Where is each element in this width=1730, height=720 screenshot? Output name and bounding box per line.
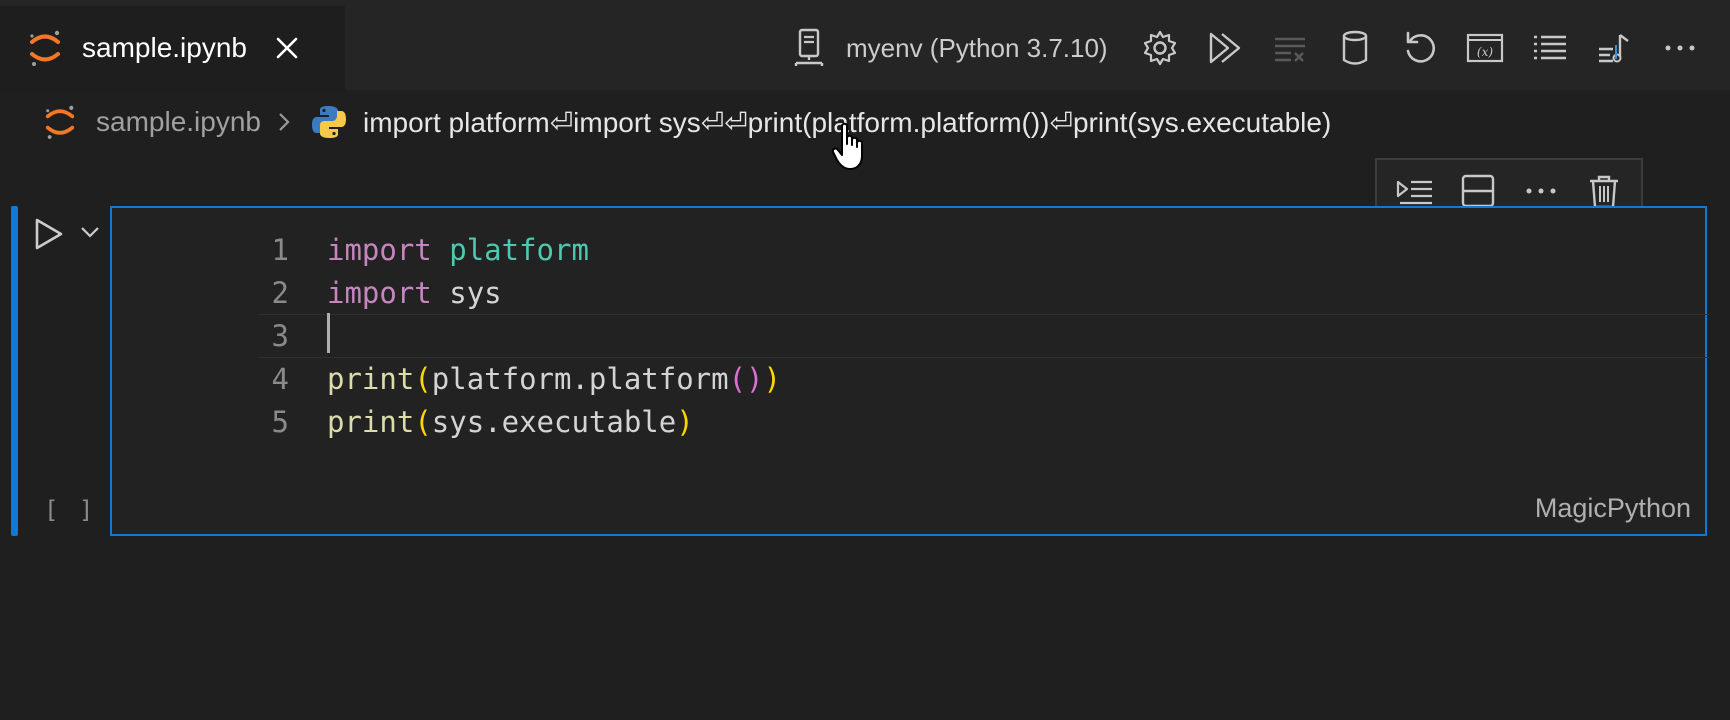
- close-icon[interactable]: [273, 34, 301, 62]
- split-cell-icon: [1461, 174, 1494, 208]
- code-line[interactable]: 3: [112, 312, 330, 360]
- code-token: ): [676, 405, 694, 439]
- more-icon: [1665, 45, 1695, 51]
- clear-outputs-button[interactable]: [1268, 26, 1312, 70]
- outline-icon: [1533, 35, 1566, 60]
- more-icon: [1526, 188, 1555, 194]
- clear-outputs-icon: [1274, 37, 1305, 62]
- breadcrumb-cell-preview[interactable]: import platform⏎import sys⏎⏎print(platfo…: [363, 106, 1331, 139]
- code-text: import platform: [327, 233, 589, 267]
- code-text: import sys: [327, 276, 502, 310]
- current-line-highlight: [258, 314, 1709, 358]
- code-token: platform.platform: [431, 362, 729, 396]
- execution-count: [ ]: [44, 496, 97, 524]
- kernel-picker[interactable]: myenv (Python 3.7.10): [790, 27, 1108, 69]
- breadcrumb-file[interactable]: sample.ipynb: [96, 106, 261, 138]
- settings-button[interactable]: [1138, 26, 1182, 70]
- code-text: [327, 312, 330, 360]
- export-icon: [1598, 34, 1629, 63]
- text-caret: [327, 312, 330, 353]
- svg-text:(x): (x): [1477, 45, 1493, 59]
- run-cell-icon[interactable]: [32, 216, 66, 252]
- line-number: 2: [271, 276, 289, 310]
- tab-title: sample.ipynb: [82, 32, 247, 63]
- run-by-line-icon: [1396, 180, 1432, 205]
- code-token: platform: [449, 233, 589, 267]
- code-token: import: [327, 276, 432, 310]
- code-token: (: [414, 405, 432, 439]
- cell-focus-indicator: [11, 206, 18, 536]
- variable-explorer-icon: (x): [1466, 33, 1503, 63]
- code-token: sys.executable: [431, 405, 677, 439]
- code-token: ): [763, 362, 781, 396]
- variables-button[interactable]: [1333, 26, 1377, 70]
- line-number: 5: [271, 405, 289, 439]
- delete-cell-button[interactable]: [1584, 171, 1624, 211]
- python-icon: [311, 106, 346, 138]
- chevron-down-icon[interactable]: [79, 224, 101, 240]
- line-number: 3: [271, 319, 289, 353]
- variable-explorer-button[interactable]: (x): [1463, 26, 1507, 70]
- code-text: print(sys.executable): [327, 405, 694, 439]
- notebook-toolbar: myenv (Python 3.7.10) (x): [790, 22, 1702, 74]
- chevron-right-icon: [279, 113, 290, 131]
- restart-button[interactable]: [1398, 26, 1442, 70]
- run-by-line-button[interactable]: [1395, 171, 1435, 211]
- code-token: print: [327, 362, 415, 396]
- breadcrumb: sample.ipynb import platform⏎import sys⏎…: [0, 92, 1730, 152]
- kernel-label: myenv (Python 3.7.10): [846, 32, 1108, 63]
- line-number: 4: [271, 362, 289, 396]
- export-button[interactable]: [1593, 26, 1637, 70]
- code-line[interactable]: 5 print(sys.executable): [112, 400, 694, 444]
- restart-icon: [1406, 31, 1435, 63]
- split-cell-button[interactable]: [1458, 171, 1498, 211]
- editor-tab-bar: sample.ipynb myenv (Python 3.7.10) (x): [0, 0, 1730, 90]
- code-token: print: [327, 405, 415, 439]
- code-token: import: [327, 233, 432, 267]
- code-line[interactable]: 2 import sys: [112, 271, 502, 315]
- code-line[interactable]: 4 print(platform.platform()): [112, 357, 781, 401]
- code-text: print(platform.platform()): [327, 362, 781, 396]
- jupyter-icon: [30, 30, 60, 66]
- tab-sample-ipynb[interactable]: sample.ipynb: [0, 6, 345, 90]
- run-all-button[interactable]: [1203, 26, 1247, 70]
- delete-icon: [1589, 175, 1618, 209]
- settings-icon: [1143, 30, 1176, 66]
- outline-button[interactable]: [1528, 26, 1572, 70]
- cell-language[interactable]: MagicPython: [1535, 493, 1691, 524]
- code-line[interactable]: 1 import platform: [112, 228, 589, 272]
- code-cell-editor[interactable]: 1 import platform 2 import sys 3 4 print(platf…: [110, 206, 1709, 536]
- line-number: 1: [271, 233, 289, 267]
- run-all-icon: [1209, 32, 1240, 64]
- variables-database-icon: [1342, 30, 1367, 65]
- code-token: (): [728, 362, 764, 396]
- server-icon: [794, 28, 824, 66]
- code-token: (: [414, 362, 432, 396]
- cell-more-button[interactable]: [1521, 171, 1561, 211]
- more-actions-button[interactable]: [1658, 26, 1702, 70]
- code-token: sys: [449, 276, 502, 310]
- jupyter-icon: [45, 105, 75, 139]
